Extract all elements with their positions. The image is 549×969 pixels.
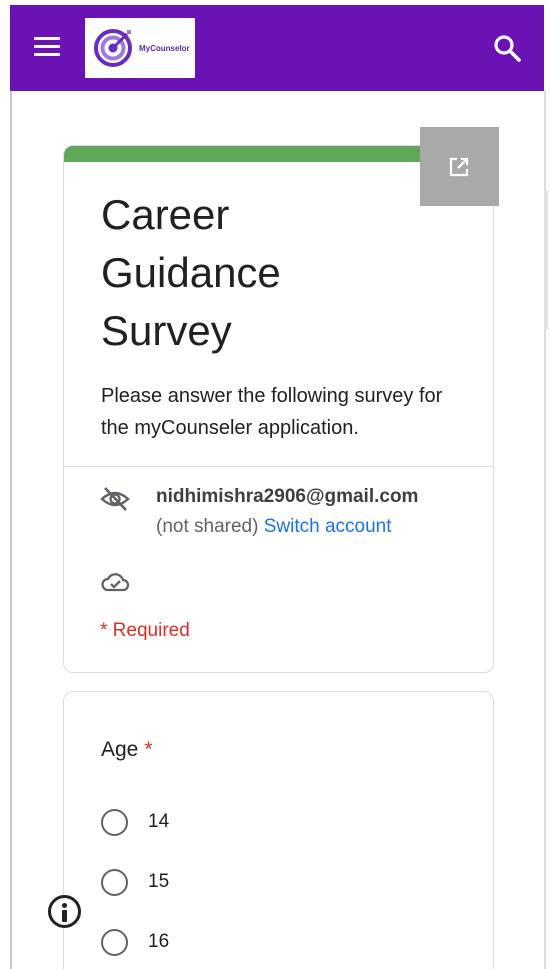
- option-label: 15: [148, 871, 170, 892]
- question-card-age: Age * 14 15 16: [63, 691, 494, 969]
- divider: [64, 466, 493, 467]
- question-label: Age: [101, 738, 139, 761]
- account-email: nidhimishra2906@gmail.com: [156, 486, 419, 507]
- logo-text: MyCounselor: [139, 43, 190, 53]
- open-in-new-button[interactable]: [420, 127, 499, 206]
- viewport-left-edge: [10, 91, 12, 969]
- search-icon[interactable]: [492, 33, 522, 63]
- radio-button[interactable]: [101, 928, 128, 956]
- info-icon[interactable]: [48, 895, 81, 928]
- form-description: Please answer the following survey for t…: [101, 385, 443, 439]
- radio-option-14[interactable]: 14: [101, 807, 169, 837]
- switch-account-link[interactable]: Switch account: [264, 516, 392, 537]
- form-header-card: Career Guidance Survey Please answer the…: [63, 145, 494, 673]
- question-title: Age *: [101, 738, 153, 762]
- radio-option-15[interactable]: 15: [101, 867, 169, 897]
- open-in-new-icon: [449, 157, 469, 177]
- radio-button[interactable]: [101, 808, 128, 836]
- form-title: Career Guidance Survey: [101, 191, 281, 354]
- menu-icon[interactable]: [34, 37, 60, 59]
- app-bar: MyCounselor: [10, 5, 544, 91]
- app-logo[interactable]: MyCounselor: [85, 18, 195, 78]
- radio-option-16[interactable]: 16: [101, 927, 169, 957]
- required-note: * Required: [100, 620, 190, 641]
- visibility-off-icon: [100, 487, 130, 511]
- cloud-done-icon: [101, 573, 130, 592]
- option-label: 16: [148, 931, 170, 952]
- target-logo-icon: [94, 29, 132, 67]
- required-star: *: [144, 738, 153, 761]
- radio-button[interactable]: [101, 868, 128, 896]
- option-label: 14: [148, 811, 170, 832]
- account-status: (not shared) Switch account: [156, 516, 392, 538]
- scrollbar-thumb[interactable]: [545, 190, 548, 330]
- not-shared-label: (not shared): [156, 516, 259, 537]
